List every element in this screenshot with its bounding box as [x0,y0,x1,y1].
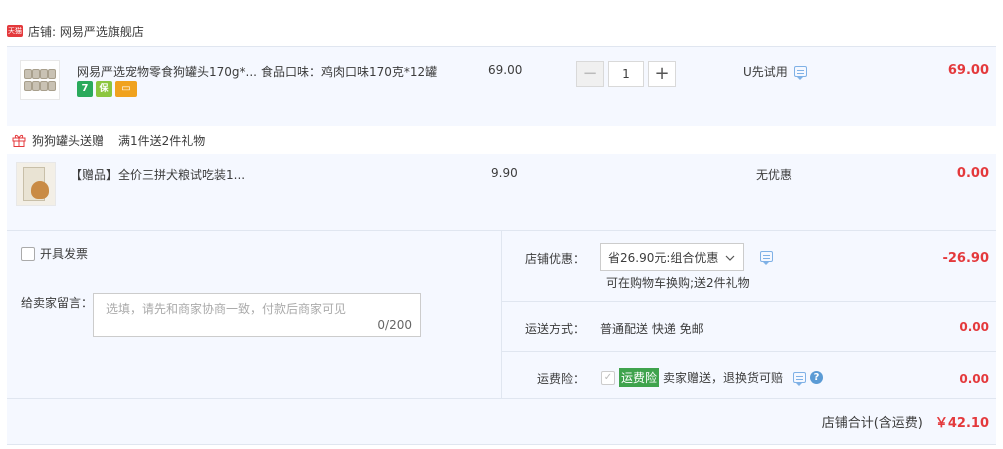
quantity-minus-button[interactable]: − [576,61,604,87]
gift-promo-rule: 满1件送2件礼物 [118,133,206,148]
insurance-label: 运费险： [537,372,586,386]
gift-unit-price: 9.90 [491,166,518,180]
panel-divider [501,231,502,399]
discount-chat-icon[interactable] [760,251,773,265]
gift-product-image[interactable] [16,162,56,206]
item-row-main: 网易严选宠物零食狗罐头170g*... 7 保 ▭ 食品口味：鸡肉口味170克*… [7,46,996,126]
message-placeholder: 选填，请先和商家协商一致，付款后商家可见 [106,302,347,316]
invoice-option[interactable]: 开具发票 [21,245,88,262]
quantity-plus-button[interactable]: + [648,61,676,87]
quantity-input[interactable]: 1 [608,61,644,87]
insurance-chat-icon[interactable] [793,372,807,386]
tmall-logo-icon: 天猫 [7,25,23,37]
gift-promo-label: 狗狗罐头送赠 [32,133,105,148]
insurance-desc: 卖家赠送，退换货可赔 [663,371,784,385]
unit-price: 69.00 [488,63,523,77]
chat-icon[interactable] [793,66,807,80]
invoice-label: 开具发票 [40,247,89,261]
item-subtotal: 69.00 [947,63,989,78]
gift-product-title-link[interactable]: 【赠品】全价三拼犬粮试吃装1... [70,166,245,183]
badge-row: 7 保 ▭ [77,81,140,97]
message-label: 给卖家留言： [21,296,94,310]
chevron-down-icon [725,255,735,261]
shop-total-row: 店铺合计(含运费) ￥42.10 [7,399,996,445]
promo-info: U先试用 [743,63,807,80]
insurance-option: ✓ 运费险 卖家赠送，退换货可赔 ? [601,368,824,387]
shipping-label: 运送方式： [525,322,586,336]
shipping-amount: 0.00 [959,320,989,334]
insurance-tag: 运费险 [619,368,660,387]
order-options-panel: 开具发票 给卖家留言： 选填，请先和商家协商一致，付款后商家可见 0/200 店… [7,230,996,399]
discount-label: 店铺优惠： [525,252,586,266]
quantity-stepper: − 1 + [576,61,676,87]
shipping-method: 普通配送 快递 免邮 [600,322,704,336]
gift-promo-info: 无优惠 [756,168,793,182]
seven-day-return-icon[interactable]: 7 [77,81,93,97]
gift-subtotal: 0.00 [956,166,989,181]
guarantee-icon[interactable]: 保 [96,81,112,97]
message-char-counter: 0/200 [377,318,412,332]
total-value: ￥42.10 [934,416,989,431]
shop-name-link[interactable]: 店铺: 网易严选旗舰店 [28,23,144,40]
total-label: 店铺合计(含运费) [821,416,923,431]
invoice-checkbox[interactable] [21,246,35,261]
discount-divider [502,301,996,302]
card-icon[interactable]: ▭ [115,81,137,97]
discount-note: 可在购物车换购;送2件礼物 [606,276,750,290]
item-row-gift: 【赠品】全价三拼犬粮试吃装1... 9.90 无优惠 0.00 [7,154,996,230]
shipping-divider [502,351,996,352]
insurance-amount: 0.00 [959,372,989,386]
gift-promo-row: 狗狗罐头送赠 满1件送2件礼物 [7,126,996,154]
gift-icon [12,134,26,147]
message-textarea[interactable]: 选填，请先和商家协商一致，付款后商家可见 0/200 [93,293,421,337]
promo-label: U先试用 [743,65,788,79]
help-icon[interactable]: ? [810,371,824,384]
sku-info: 食品口味：鸡肉口味170克*12罐 [261,65,438,79]
discount-select[interactable]: 省26.90元:组合优惠 [600,243,744,271]
shop-header: 天猫 店铺: 网易严选旗舰店 [0,18,144,44]
discount-select-value: 省26.90元:组合优惠 [608,250,719,265]
product-title-link[interactable]: 网易严选宠物零食狗罐头170g*... [77,63,257,80]
product-image[interactable] [20,60,60,100]
discount-amount: -26.90 [942,251,989,266]
insurance-checkbox[interactable]: ✓ [601,370,615,385]
